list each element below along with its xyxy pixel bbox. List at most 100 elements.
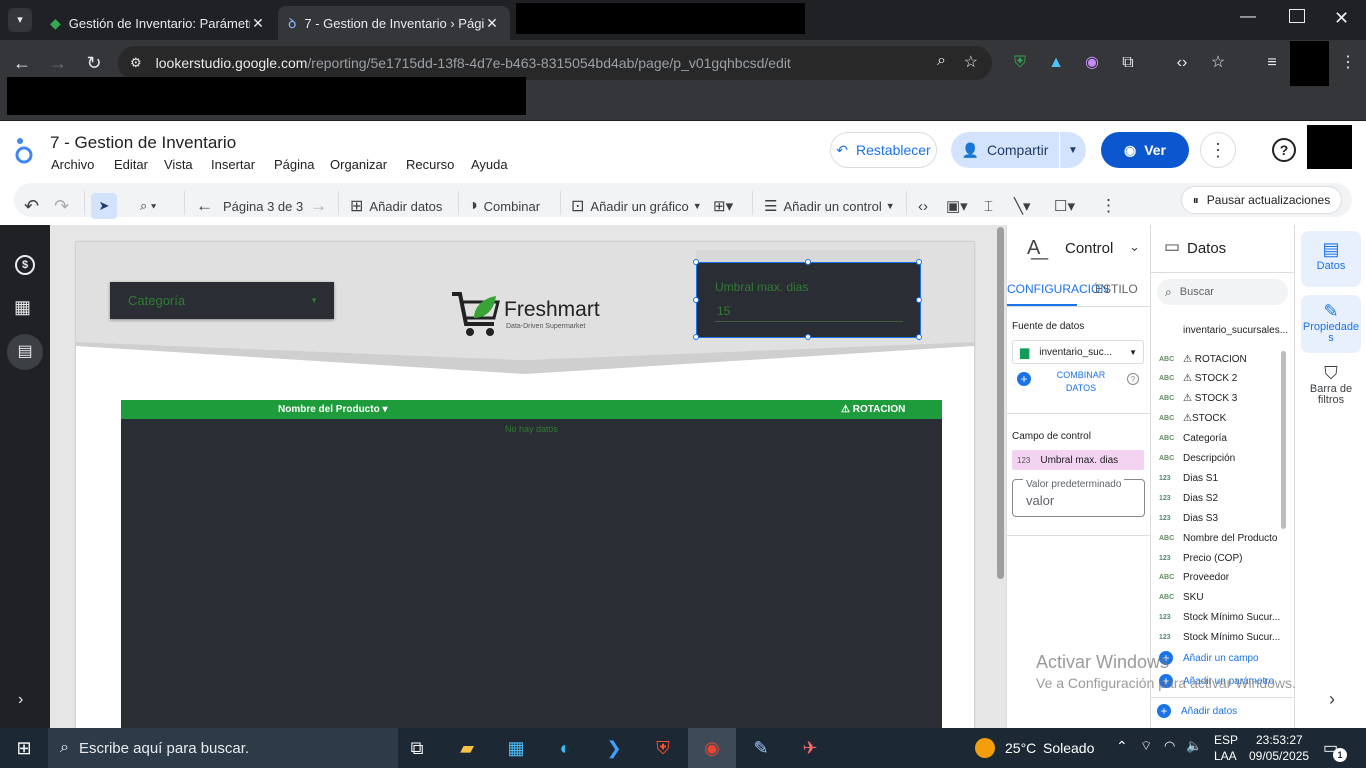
menu-editar[interactable]: Editar: [114, 157, 148, 172]
report-title[interactable]: 7 - Gestion de Inventario: [50, 133, 236, 153]
threshold-value[interactable]: 15: [717, 304, 730, 318]
minimize-icon[interactable]: —: [1240, 8, 1264, 26]
media-icon[interactable]: ≡: [1260, 51, 1284, 75]
default-value-input[interactable]: Valor predeterminado valor: [1012, 479, 1145, 517]
line-icon[interactable]: ╲▾: [1014, 194, 1031, 218]
menu-archivo[interactable]: Archivo: [51, 157, 94, 172]
field-item[interactable]: ABC Descripción: [1159, 449, 1283, 469]
address-input[interactable]: ⚙ lookerstudio.google.com/reporting/5e17…: [118, 46, 992, 80]
restore-icon[interactable]: [1289, 9, 1305, 23]
chevron-down-icon[interactable]: ⌄: [1129, 239, 1140, 255]
dollar-icon[interactable]: $: [15, 255, 35, 275]
blend-button[interactable]: ◑ Combinar: [468, 194, 540, 218]
account-avatar[interactable]: [1307, 125, 1352, 169]
category-dropdown[interactable]: Categoría ▼: [110, 282, 334, 319]
field-item[interactable]: ABC ⚠ STOCK 3: [1159, 389, 1283, 409]
app-icon[interactable]: ✈: [796, 734, 824, 762]
windows-start-icon[interactable]: ⊞: [10, 734, 38, 762]
bookmark-star-icon[interactable]: ☆: [964, 52, 978, 72]
more-tools-icon[interactable]: ⋮: [1100, 194, 1117, 218]
close-window-icon[interactable]: ✕: [1334, 8, 1349, 29]
community-viz-icon[interactable]: ⊞▾: [713, 194, 733, 218]
column-header-rotation[interactable]: ⚠ ROTACION: [841, 404, 905, 415]
tab-gestion-inventario[interactable]: ꝺ 7 - Gestion de Inventario › Págin ✕: [278, 6, 510, 40]
tab-configuracion[interactable]: CONFIGURACIÓN: [1007, 282, 1109, 296]
field-item[interactable]: 123 Precio (COP): [1159, 548, 1283, 568]
text-icon[interactable]: ⌶: [984, 194, 993, 218]
field-item[interactable]: 123 Dias S3: [1159, 508, 1283, 528]
file-explorer-icon[interactable]: ▰: [453, 734, 481, 762]
field-item[interactable]: 123 Stock Mínimo Sucur...: [1159, 608, 1283, 628]
side-rail-filter-button[interactable]: ⛉ Barra de filtros: [1301, 363, 1361, 415]
close-icon[interactable]: ✕: [250, 15, 266, 32]
vscode-icon[interactable]: ❯: [600, 734, 628, 762]
more-options-button[interactable]: ⋮: [1200, 132, 1236, 168]
shield-extension-icon[interactable]: ⛨: [1008, 51, 1032, 75]
side-rail-data-button[interactable]: ▤ Datos: [1301, 231, 1361, 287]
zoom-icon[interactable]: ⌕: [937, 52, 946, 70]
paint-icon[interactable]: ✎: [747, 734, 775, 762]
help-circle-icon[interactable]: ?: [1127, 373, 1139, 385]
data-source-select[interactable]: ▆ inventario_suc... ▼: [1012, 340, 1144, 364]
reload-icon[interactable]: ↻: [82, 51, 106, 75]
field-item[interactable]: ABC ⚠STOCK: [1159, 409, 1283, 429]
add-control-button[interactable]: ☰ Añadir un control ▼: [764, 194, 895, 218]
menu-ayuda[interactable]: Ayuda: [471, 157, 508, 172]
view-button[interactable]: ◉ Ver: [1101, 132, 1189, 168]
extension-icon[interactable]: ▲: [1044, 51, 1068, 75]
zoom-tool-icon[interactable]: ⌕ ▾: [140, 194, 156, 218]
chrome-menu-icon[interactable]: ⋮: [1336, 51, 1360, 75]
resize-handle[interactable]: [693, 334, 699, 340]
looker-studio-logo-icon[interactable]: [14, 135, 38, 165]
resize-handle[interactable]: [693, 297, 699, 303]
reset-button[interactable]: ↶ Restablecer: [830, 132, 937, 168]
image-icon[interactable]: ▣▾: [946, 194, 968, 218]
edge-icon[interactable]: ◐: [551, 734, 579, 762]
prev-page-icon[interactable]: ←: [196, 194, 213, 218]
menu-pagina[interactable]: Página: [274, 157, 314, 172]
blend-data-button[interactable]: COMBINAR DATOS: [1051, 369, 1111, 395]
threshold-input-control[interactable]: Umbral max. dias 15: [693, 259, 922, 340]
side-rail-properties-button[interactable]: ✎ Propiedades: [1301, 295, 1361, 353]
report-page[interactable]: Categoría ▼ Freshmart Data-Driven Superm…: [76, 242, 974, 728]
field-item[interactable]: ABC SKU: [1159, 588, 1283, 608]
field-item[interactable]: ABC Nombre del Producto: [1159, 528, 1283, 548]
add-chart-button[interactable]: ⊡ Añadir un gráfico ▼: [571, 194, 702, 218]
menu-recurso[interactable]: Recurso: [406, 157, 454, 172]
field-item[interactable]: ABC Categoría: [1159, 429, 1283, 449]
chrome-icon[interactable]: ◉: [698, 734, 726, 762]
clock-date[interactable]: 09/05/2025: [1249, 749, 1309, 763]
language-top[interactable]: ESP: [1214, 733, 1238, 747]
tab-search-button[interactable]: ▾: [8, 8, 32, 32]
column-header-product[interactable]: Nombre del Producto ▾: [278, 404, 387, 415]
control-field-chip[interactable]: 123 Umbral max. dias: [1012, 450, 1144, 470]
tab-estilo[interactable]: ESTILO: [1095, 282, 1138, 296]
close-icon[interactable]: ✕: [484, 15, 500, 32]
expand-icon[interactable]: ›: [18, 691, 23, 709]
field-item[interactable]: ABC Proveedor: [1159, 568, 1283, 588]
menu-vista[interactable]: Vista: [164, 157, 193, 172]
store-icon[interactable]: ▦: [502, 734, 530, 762]
wifi-icon[interactable]: ◠: [1164, 738, 1175, 754]
profile-avatar[interactable]: [1290, 41, 1329, 86]
share-button[interactable]: 👤 Compartir: [951, 132, 1059, 168]
resize-handle[interactable]: [916, 259, 922, 265]
store-icon[interactable]: ▦: [14, 297, 31, 318]
field-item[interactable]: 123 Dias S1: [1159, 468, 1283, 488]
forward-icon[interactable]: →: [46, 51, 70, 75]
field-search-input[interactable]: ⌕ Buscar: [1157, 279, 1288, 305]
resize-handle[interactable]: [693, 259, 699, 265]
tray-chevron-icon[interactable]: ⌃: [1116, 738, 1128, 755]
field-item[interactable]: ABC ⚠ STOCK 2: [1159, 369, 1283, 389]
next-page-icon[interactable]: →: [310, 194, 327, 218]
add-data-button[interactable]: ⊞ Añadir datos: [350, 194, 442, 218]
embed-url-icon[interactable]: ‹›: [918, 194, 928, 218]
resize-handle[interactable]: [805, 334, 811, 340]
data-source-name[interactable]: inventario_sucursales...: [1183, 325, 1288, 336]
back-icon[interactable]: ←: [10, 51, 34, 75]
devtools-icon[interactable]: ‹›: [1170, 51, 1194, 75]
canvas-scrollbar[interactable]: [997, 227, 1004, 579]
extension-purple-icon[interactable]: ◉: [1080, 51, 1104, 75]
data-table[interactable]: Nombre del Producto ▾ ⚠ ROTACION No hay …: [121, 400, 942, 728]
chevron-right-icon[interactable]: ›: [1329, 689, 1335, 710]
